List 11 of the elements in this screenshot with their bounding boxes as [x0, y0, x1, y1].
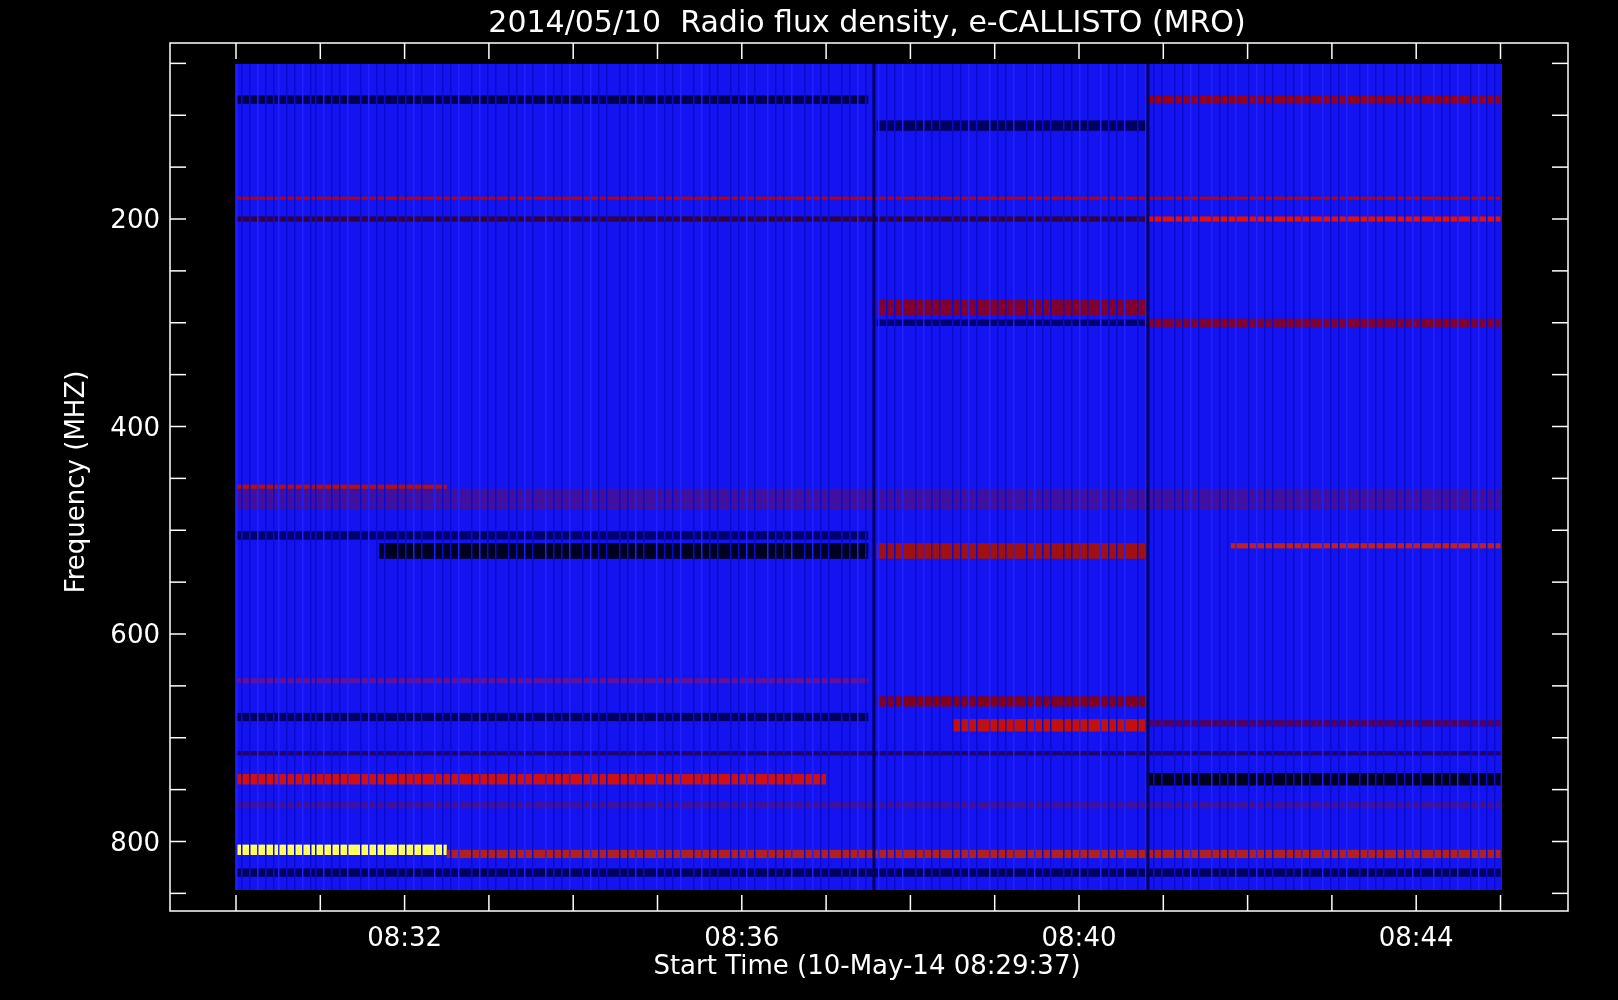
- y-tick-label: 400: [110, 411, 160, 442]
- x-tick-label: 08:44: [1378, 922, 1454, 952]
- x-tick-label: 08:32: [367, 922, 443, 952]
- y-axis-title: Frequency (MHZ): [60, 370, 90, 594]
- y-tick-label: 800: [110, 826, 160, 857]
- chart-title: 2014/05/10 Radio flux density, e-CALLISTO (MRO): [488, 4, 1246, 39]
- y-tick-label: 600: [110, 619, 160, 649]
- y-tick-label: 200: [110, 204, 160, 234]
- x-axis-title: Start Time (10-May-14 08:29:37): [653, 950, 1081, 980]
- x-tick-label: 08:36: [704, 922, 780, 952]
- x-tick-label: 08:40: [1041, 922, 1117, 952]
